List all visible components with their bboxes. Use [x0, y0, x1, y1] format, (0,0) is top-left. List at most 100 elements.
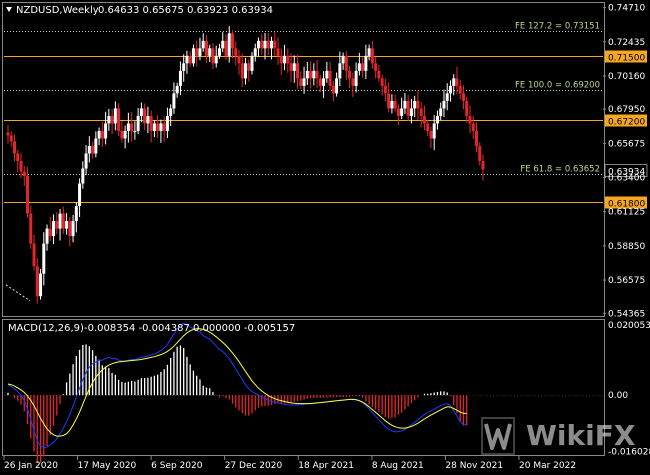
- candle[interactable]: [403, 93, 407, 114]
- candle[interactable]: [250, 52, 254, 75]
- candle[interactable]: [276, 37, 280, 65]
- candle[interactable]: [149, 110, 153, 143]
- candle[interactable]: [6, 125, 10, 144]
- candle[interactable]: [448, 80, 452, 102]
- candle[interactable]: [374, 56, 378, 79]
- candle[interactable]: [152, 120, 156, 138]
- candle[interactable]: [123, 125, 127, 149]
- candle[interactable]: [224, 34, 228, 60]
- candle[interactable]: [237, 49, 241, 75]
- candle[interactable]: [234, 41, 238, 66]
- candle[interactable]: [133, 121, 137, 140]
- candle[interactable]: [335, 72, 339, 97]
- candle[interactable]: [159, 119, 163, 143]
- candle[interactable]: [61, 206, 65, 234]
- candle[interactable]: [468, 105, 472, 134]
- candle[interactable]: [104, 111, 108, 145]
- candle[interactable]: [331, 81, 335, 102]
- candle[interactable]: [390, 94, 394, 114]
- candle[interactable]: [204, 35, 208, 64]
- candle[interactable]: [16, 149, 20, 172]
- candle[interactable]: [452, 74, 456, 96]
- candle[interactable]: [279, 48, 283, 76]
- candle[interactable]: [260, 33, 264, 55]
- candle[interactable]: [315, 59, 319, 88]
- candle[interactable]: [107, 108, 111, 131]
- candle[interactable]: [354, 62, 358, 93]
- candle[interactable]: [266, 33, 270, 56]
- candle[interactable]: [305, 61, 309, 85]
- candle[interactable]: [230, 30, 234, 59]
- candle[interactable]: [328, 61, 332, 91]
- candle[interactable]: [94, 131, 98, 158]
- candle[interactable]: [400, 97, 404, 120]
- candle[interactable]: [22, 165, 26, 187]
- candle[interactable]: [110, 108, 114, 135]
- candle[interactable]: [91, 141, 95, 159]
- candle[interactable]: [87, 136, 91, 163]
- candle[interactable]: [221, 32, 225, 53]
- candle[interactable]: [146, 106, 150, 134]
- candle[interactable]: [302, 66, 306, 94]
- candle[interactable]: [296, 54, 300, 89]
- candle[interactable]: [195, 40, 199, 67]
- candle[interactable]: [380, 74, 384, 96]
- candle[interactable]: [71, 214, 75, 243]
- price-chart-svg[interactable]: 0.715000.672000.61800FE 127.2 = 0.73151F…: [0, 0, 650, 471]
- candle[interactable]: [65, 213, 69, 235]
- candle[interactable]: [406, 94, 410, 122]
- candle[interactable]: [55, 212, 59, 235]
- candle[interactable]: [341, 52, 345, 70]
- candle[interactable]: [367, 44, 371, 61]
- candle[interactable]: [458, 79, 462, 100]
- candle[interactable]: [120, 121, 124, 143]
- candle[interactable]: [240, 53, 244, 88]
- candle[interactable]: [58, 209, 62, 241]
- candle[interactable]: [81, 161, 85, 189]
- candle[interactable]: [13, 134, 17, 162]
- candle[interactable]: [208, 44, 212, 63]
- candle[interactable]: [471, 115, 475, 139]
- candle[interactable]: [322, 71, 326, 98]
- candle[interactable]: [45, 224, 49, 251]
- chart-window[interactable]: 0.71500 0.67200 0.61800 FE 127.2 = 0.73151 F…: [0, 0, 650, 471]
- candle[interactable]: [361, 57, 365, 78]
- candle[interactable]: [156, 115, 160, 138]
- candle[interactable]: [263, 32, 267, 60]
- candle[interactable]: [42, 232, 46, 286]
- candle[interactable]: [292, 55, 296, 83]
- candle[interactable]: [130, 112, 134, 142]
- candle[interactable]: [175, 82, 179, 98]
- candle[interactable]: [370, 40, 374, 69]
- candle[interactable]: [393, 94, 397, 112]
- candle[interactable]: [182, 54, 186, 82]
- candle[interactable]: [188, 51, 192, 67]
- candle[interactable]: [273, 31, 277, 56]
- candle[interactable]: [439, 102, 443, 121]
- candle[interactable]: [413, 95, 417, 118]
- candle[interactable]: [283, 44, 287, 71]
- candle[interactable]: [422, 105, 426, 131]
- candle[interactable]: [9, 131, 13, 147]
- candle[interactable]: [409, 98, 413, 124]
- candle[interactable]: [97, 127, 101, 146]
- candle[interactable]: [478, 142, 482, 166]
- candle[interactable]: [214, 45, 218, 68]
- candle[interactable]: [429, 126, 433, 148]
- candle[interactable]: [309, 61, 313, 89]
- candle[interactable]: [74, 202, 78, 233]
- candle[interactable]: [244, 57, 247, 85]
- candle[interactable]: [201, 33, 205, 52]
- candle[interactable]: [32, 234, 36, 271]
- candle[interactable]: [169, 104, 173, 127]
- collapse-arrow-icon[interactable]: [6, 7, 12, 12]
- candle[interactable]: [289, 53, 293, 83]
- candle[interactable]: [185, 50, 189, 74]
- candle[interactable]: [35, 258, 39, 304]
- candle[interactable]: [48, 216, 52, 241]
- candle[interactable]: [139, 102, 143, 123]
- candle[interactable]: [29, 206, 33, 249]
- candle[interactable]: [387, 82, 391, 113]
- candle[interactable]: [257, 37, 261, 57]
- candle[interactable]: [211, 43, 215, 70]
